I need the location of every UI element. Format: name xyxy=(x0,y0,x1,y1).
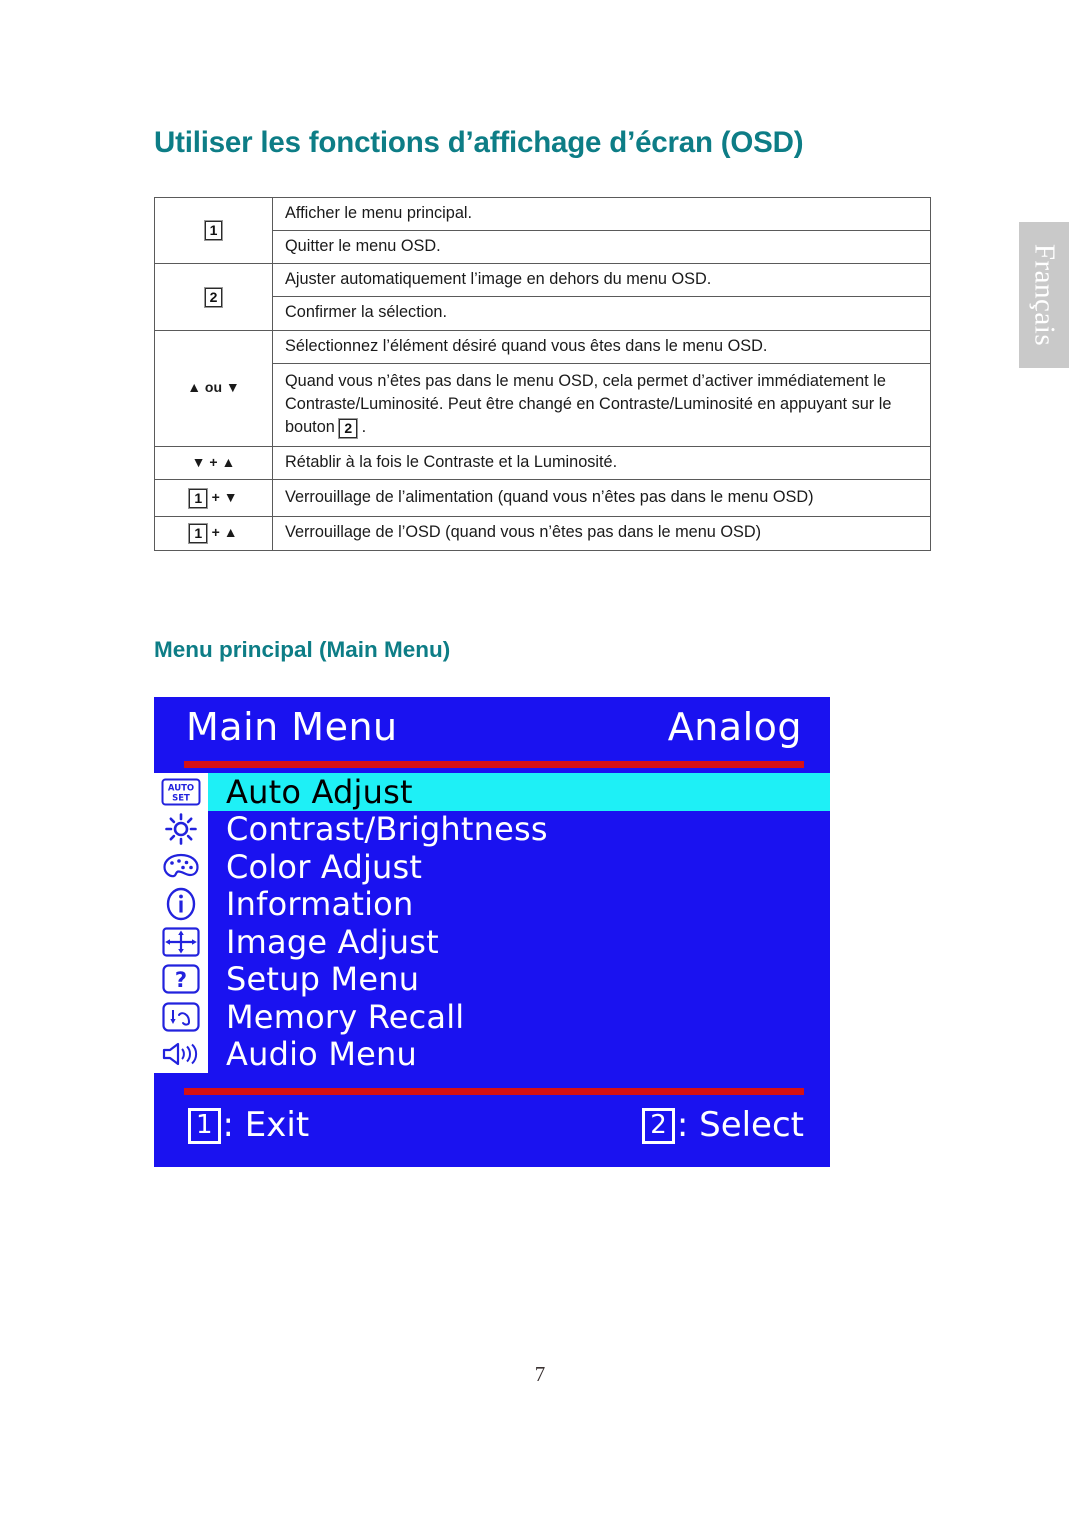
osd-divider-bottom xyxy=(184,1088,804,1095)
button-glyph-1: 1 xyxy=(188,523,209,545)
osd-item-contrast-brightness[interactable]: Contrast/Brightness xyxy=(154,810,830,849)
table-row: ▲ ou ▼ Sélectionnez l’élément désiré qua… xyxy=(154,329,931,448)
osd-item-audio-menu[interactable]: Audio Menu xyxy=(154,1035,830,1074)
down-plus-up-label: ▼ + ▲ xyxy=(191,453,236,470)
key-desc: Quand vous n’êtes pas dans le menu OSD, … xyxy=(272,362,931,448)
question-mark-icon: ? xyxy=(154,960,208,998)
osd-item-image-adjust[interactable]: Image Adjust xyxy=(154,923,830,961)
page-number: 7 xyxy=(534,1362,546,1386)
key-desc: Confirmer la sélection. xyxy=(272,296,931,331)
table-row: 2 Ajuster automatiquement l’image en deh… xyxy=(154,263,931,331)
table-row: 1 + ▼ Verrouillage de l’alimentation (qu… xyxy=(154,479,931,518)
osd-input-source: Analog xyxy=(667,705,802,749)
key-desc: Quitter le menu OSD. xyxy=(272,230,931,265)
section-subheading: Menu principal (Main Menu) xyxy=(154,637,451,662)
key-cell-button-2: 2 xyxy=(154,263,273,331)
button-glyph-2-inline: 2 xyxy=(338,417,359,440)
key-cell-up-or-down: ▲ ou ▼ xyxy=(154,329,273,448)
key-desc: Afficher le menu principal. xyxy=(272,196,931,232)
osd-item-memory-recall[interactable]: Memory Recall xyxy=(154,998,830,1036)
osd-key-table: 1 Afficher le menu principal. Quitter le… xyxy=(154,196,931,551)
osd-item-label: Information xyxy=(226,885,414,924)
plus-down-label: + ▼ xyxy=(211,488,238,505)
osd-item-color-adjust[interactable]: Color Adjust xyxy=(154,848,830,886)
osd-item-label: Audio Menu xyxy=(226,1035,417,1074)
button-glyph-1: 1 xyxy=(188,487,209,510)
key-desc: Rétablir à la fois le Contraste et la Lu… xyxy=(272,446,931,481)
osd-item-auto-adjust[interactable]: AUTO SET Auto Adjust xyxy=(154,773,830,811)
up-down-arrow-label: ▲ ou ▼ xyxy=(187,378,240,395)
osd-footer: 1: Exit 2: Select xyxy=(154,1088,830,1167)
osd-select-label: : Select xyxy=(676,1105,804,1145)
key-desc: Verrouillage de l’OSD (quand vous n’êtes… xyxy=(272,516,931,551)
key-desc: Verrouillage de l’alimentation (quand vo… xyxy=(272,479,931,518)
osd-main-menu-panel: Main Menu Analog AUTO SET Auto Adjust Co… xyxy=(154,697,830,1167)
button-glyph-1: 1 xyxy=(203,220,224,242)
osd-item-label: Auto Adjust xyxy=(226,772,413,811)
document-page: Français Utiliser les fonctions d’affich… xyxy=(0,0,1080,1524)
key-desc-text: Quand vous n’êtes pas dans le menu OSD, … xyxy=(285,371,892,436)
osd-button-glyph-2: 2 xyxy=(642,1108,675,1144)
key-cell-button1-plus-down: 1 + ▼ xyxy=(154,479,273,518)
osd-exit-label: : Exit xyxy=(222,1105,310,1145)
osd-menu-list: AUTO SET Auto Adjust Contrast/Brightness… xyxy=(154,773,830,1073)
osd-divider-top xyxy=(184,761,804,768)
color-palette-icon xyxy=(154,848,208,886)
image-arrows-icon xyxy=(154,923,208,961)
svg-text:AUTO: AUTO xyxy=(168,783,194,793)
osd-item-label: Setup Menu xyxy=(226,960,420,999)
memory-recall-icon xyxy=(154,998,208,1036)
key-cell-button1-plus-up: 1 + ▲ xyxy=(154,516,273,551)
button-glyph-2: 2 xyxy=(203,286,224,308)
auto-set-icon: AUTO SET xyxy=(154,773,208,811)
language-tab-label: Français xyxy=(1028,243,1061,347)
language-tab-francais: Français xyxy=(1019,222,1069,368)
osd-item-label: Image Adjust xyxy=(226,922,439,961)
table-row: 1 + ▲ Verrouillage de l’OSD (quand vous … xyxy=(154,516,931,551)
key-desc: Ajuster automatiquement l’image en dehor… xyxy=(272,263,931,298)
osd-header: Main Menu Analog xyxy=(154,697,830,773)
key-desc-period: . xyxy=(361,417,367,436)
key-cell-down-plus-up: ▼ + ▲ xyxy=(154,446,273,481)
speaker-icon xyxy=(154,1035,208,1073)
osd-exit-hint[interactable]: 1: Exit xyxy=(188,1105,309,1145)
osd-item-information[interactable]: Information xyxy=(154,885,830,924)
table-row: 1 Afficher le menu principal. xyxy=(154,196,931,265)
svg-text:SET: SET xyxy=(172,793,190,803)
table-row: ▼ + ▲ Rétablir à la fois le Contraste et… xyxy=(154,446,931,481)
osd-item-label: Contrast/Brightness xyxy=(226,810,548,849)
plus-up-label: + ▲ xyxy=(211,524,238,541)
page-title: Utiliser les fonctions d’affichage d’écr… xyxy=(154,126,804,159)
info-circle-icon xyxy=(154,885,208,923)
svg-text:?: ? xyxy=(175,968,187,992)
brightness-sun-icon xyxy=(154,810,208,848)
osd-button-glyph-1: 1 xyxy=(188,1108,221,1144)
key-desc: Sélectionnez l’élément désiré quand vous… xyxy=(272,329,931,364)
key-cell-button-1: 1 xyxy=(154,196,273,265)
osd-item-label: Color Adjust xyxy=(226,847,423,886)
osd-item-setup-menu[interactable]: ? Setup Menu xyxy=(154,960,830,999)
osd-item-label: Memory Recall xyxy=(226,997,465,1036)
osd-title: Main Menu xyxy=(186,705,398,749)
osd-select-hint[interactable]: 2: Select xyxy=(642,1105,804,1145)
